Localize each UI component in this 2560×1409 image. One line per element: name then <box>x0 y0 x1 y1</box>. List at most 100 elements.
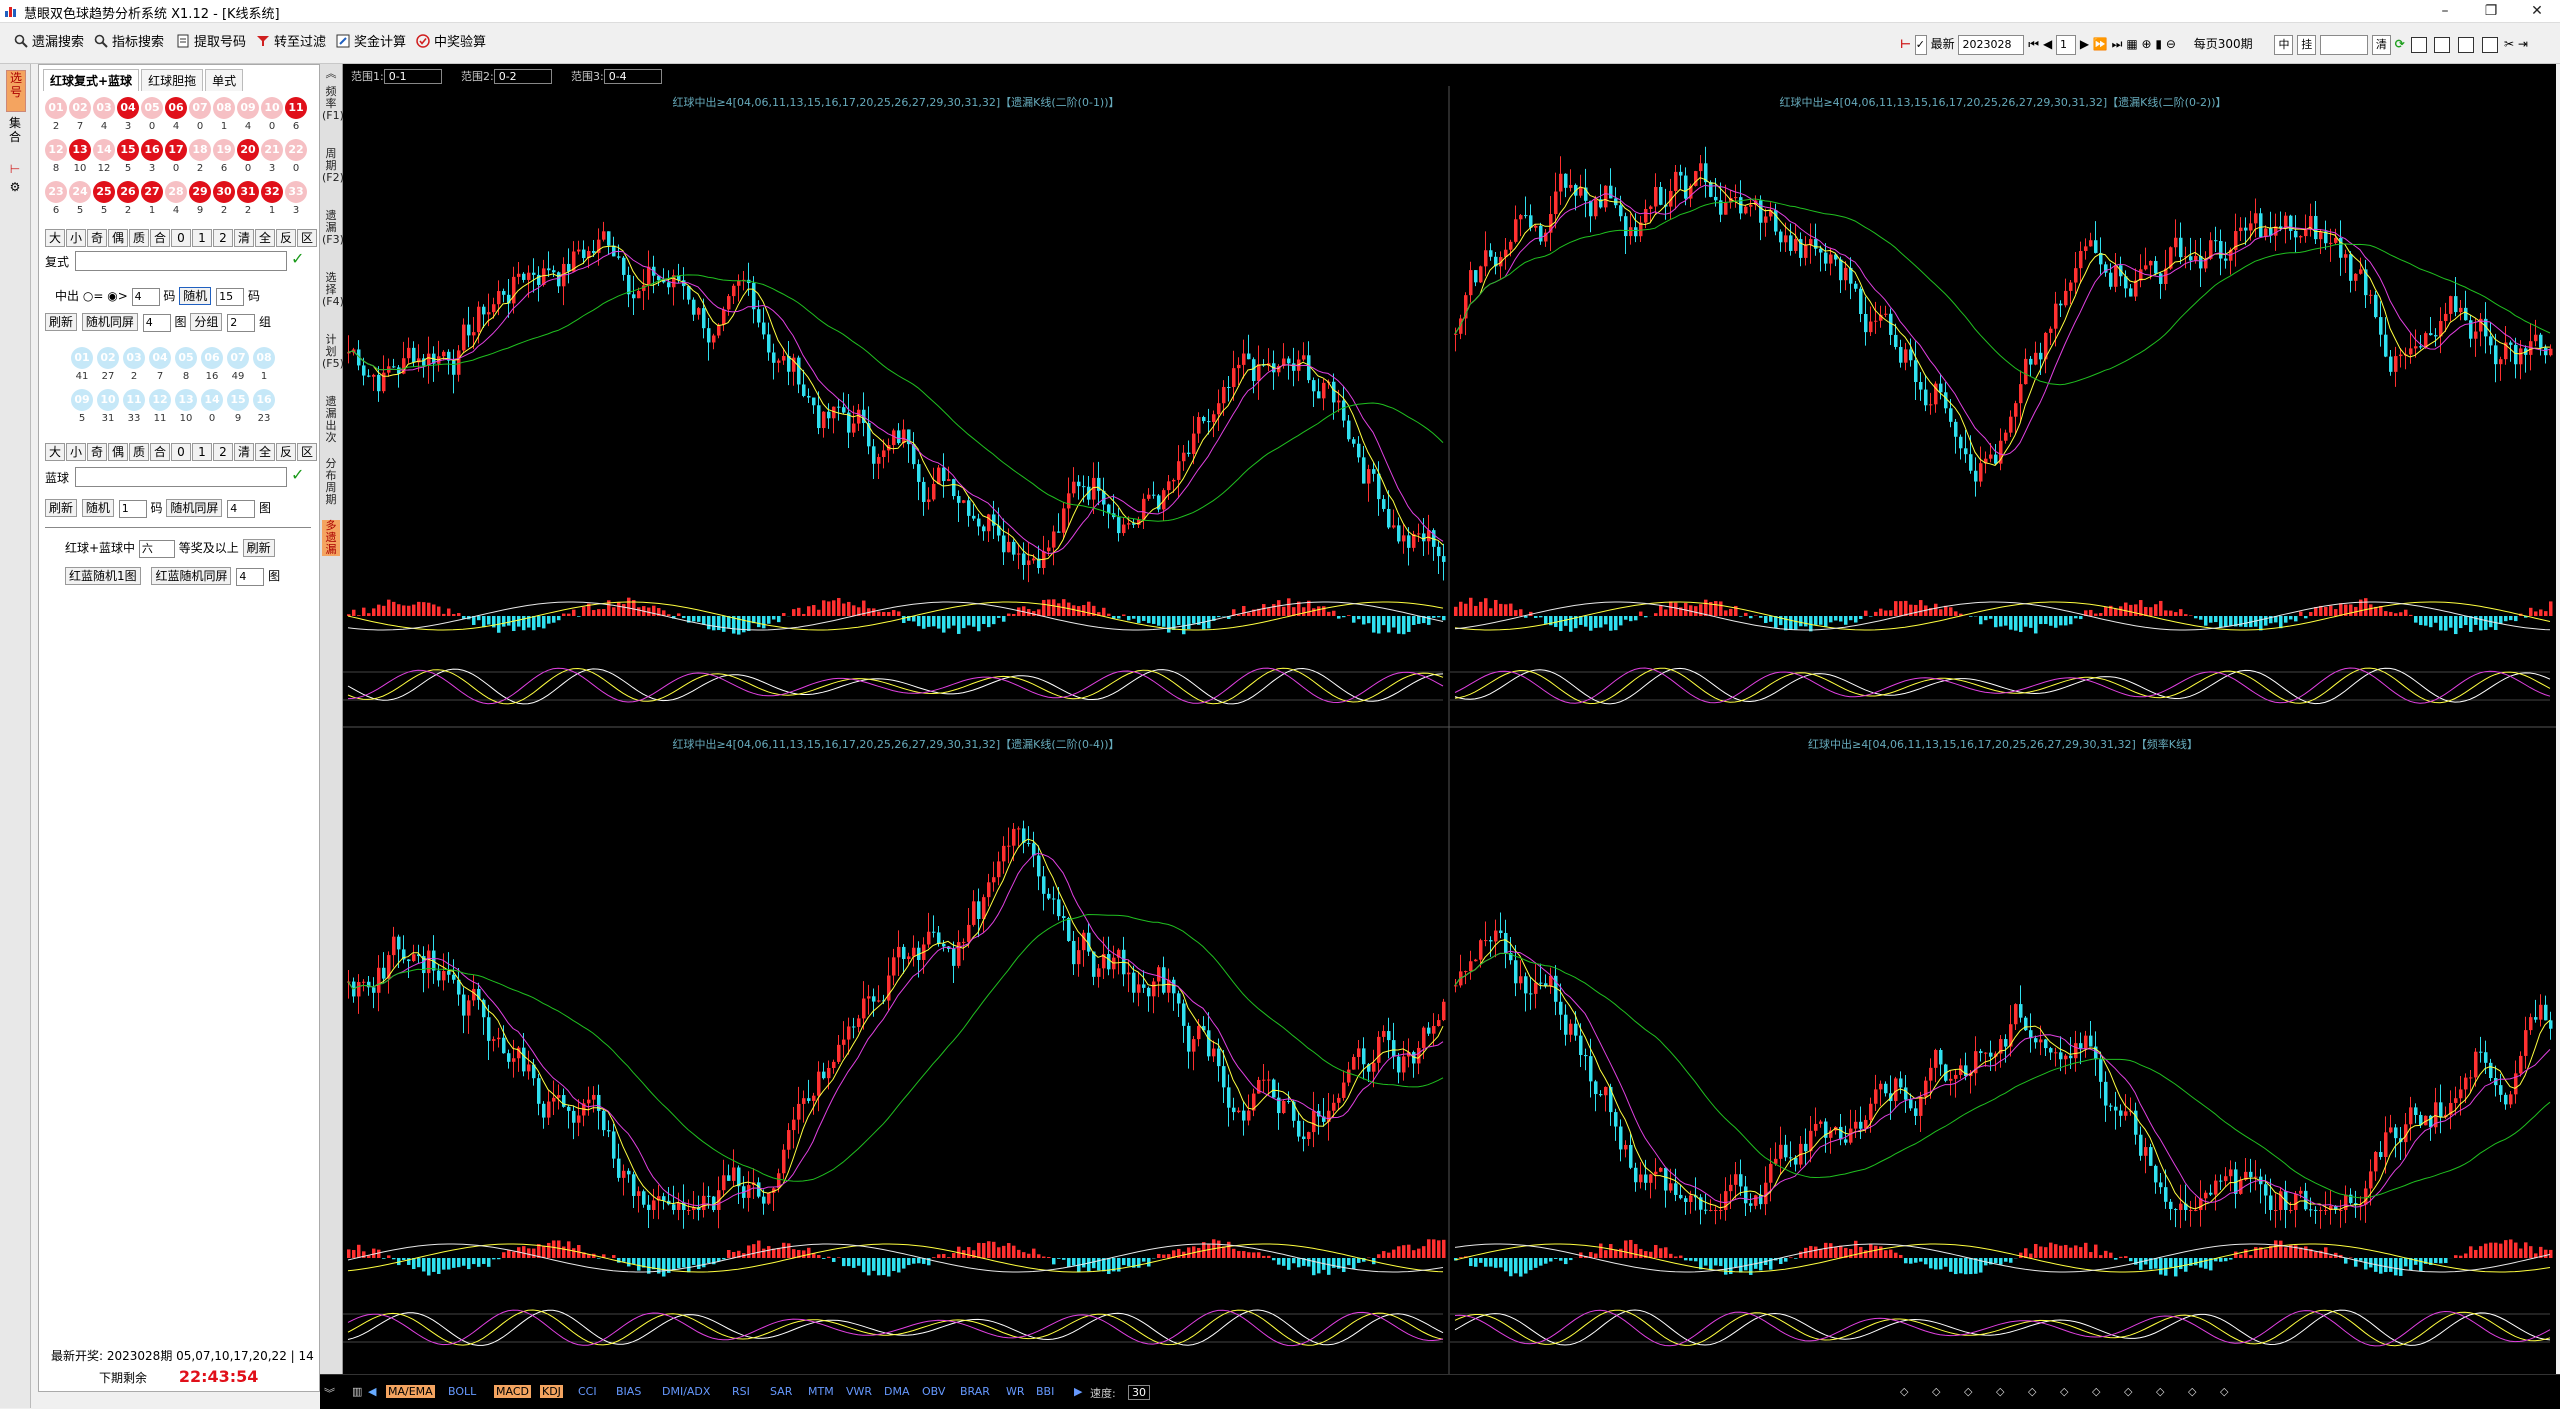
indicator-tab-13[interactable]: OBV <box>922 1385 945 1398</box>
blue-count[interactable]: 1 <box>119 500 147 518</box>
chart-3[interactable] <box>343 821 1446 1346</box>
side-tab-6[interactable]: 遗漏出次 <box>322 396 340 444</box>
next-icon[interactable]: ▶ <box>2080 37 2089 51</box>
random-button[interactable]: 随机 <box>179 287 211 305</box>
blue-screen-count[interactable]: 4 <box>227 500 255 518</box>
indicator-search-button[interactable]: 指标搜索 <box>94 33 164 53</box>
blue-ball-06[interactable]: 06 <box>201 347 223 369</box>
red-filter-button[interactable]: 区 <box>297 229 317 247</box>
speed-input[interactable]: 30 <box>1128 1385 1150 1400</box>
blue-random-button[interactable]: 随机 <box>82 499 114 517</box>
zoom-out-icon[interactable]: ⊖ <box>2166 37 2176 51</box>
indicator-tab-11[interactable]: VWR <box>846 1385 872 1398</box>
list-icon[interactable]: ▥ <box>352 1385 362 1398</box>
bar-chart-icon[interactable]: ▮ <box>2155 37 2162 51</box>
layout-rows-icon[interactable] <box>2482 37 2498 53</box>
kline-charts-canvas[interactable] <box>343 86 2556 1374</box>
prize-calc-button[interactable]: 奖金计算 <box>336 33 406 53</box>
blue-filter-button[interactable]: 0 <box>171 443 191 461</box>
blue-filter-button[interactable]: 区 <box>297 443 317 461</box>
blue-ball-12[interactable]: 12 <box>149 389 171 411</box>
text-icon[interactable]: ◇ <box>2060 1385 2068 1398</box>
red-ball-32[interactable]: 32 <box>261 181 283 203</box>
red-ball-16[interactable]: 16 <box>141 139 163 161</box>
latest-checkbox[interactable]: ✓ <box>1915 35 1927 55</box>
blue-ball-01[interactable]: 01 <box>71 347 93 369</box>
red-ball-19[interactable]: 19 <box>213 139 235 161</box>
red-ball-07[interactable]: 07 <box>189 97 211 119</box>
filter-icon[interactable]: ⊢ <box>6 162 24 176</box>
red-ball-29[interactable]: 29 <box>189 181 211 203</box>
rewind-icon[interactable]: ⏮ <box>2028 37 2039 51</box>
red-filter-button[interactable]: 清 <box>234 229 254 247</box>
chart-1[interactable] <box>343 222 1446 704</box>
channel-icon[interactable]: ◇ <box>2156 1385 2164 1398</box>
blue-ball-04[interactable]: 04 <box>149 347 171 369</box>
line-icon[interactable]: ◇ <box>1964 1385 1972 1398</box>
collapse-icon[interactable]: ︽ <box>322 68 340 80</box>
fast-forward-icon[interactable]: ⏩ <box>2093 37 2108 51</box>
red-ball-11[interactable]: 11 <box>285 97 307 119</box>
indicator-tab-2[interactable]: BOLL <box>448 1385 476 1398</box>
expand-icon[interactable]: ︾ <box>324 1385 335 1401</box>
blue-filter-button[interactable]: 清 <box>234 443 254 461</box>
last-page-icon[interactable]: ⏭ <box>2112 37 2123 51</box>
side-tab-4[interactable]: 选择(F4) <box>322 272 340 308</box>
red-filter-button[interactable]: 合 <box>150 229 170 247</box>
red-filter-button[interactable]: 2 <box>213 229 233 247</box>
blue-filter-button[interactable]: 反 <box>276 443 296 461</box>
blue-filter-button[interactable]: 小 <box>66 443 86 461</box>
indicator-tab-8[interactable]: RSI <box>732 1385 750 1398</box>
red-ball-05[interactable]: 05 <box>141 97 163 119</box>
red-ball-33[interactable]: 33 <box>285 181 307 203</box>
red-ball-06[interactable]: 06 <box>165 97 187 119</box>
red-ball-12[interactable]: 12 <box>45 139 67 161</box>
red-ball-23[interactable]: 23 <box>45 181 67 203</box>
close-button[interactable]: ✕ <box>2514 0 2560 22</box>
red-ball-03[interactable]: 03 <box>93 97 115 119</box>
blue-refresh-button[interactable]: 刷新 <box>45 499 77 517</box>
blue-ball-15[interactable]: 15 <box>227 389 249 411</box>
mid-button[interactable]: 中 <box>2274 35 2293 55</box>
screen-count[interactable]: 4 <box>143 314 171 332</box>
indicator-tab-14[interactable]: BRAR <box>960 1385 990 1398</box>
next-indicator-icon[interactable]: ▶ <box>1074 1385 1082 1398</box>
layout-grid-icon[interactable] <box>2434 37 2450 53</box>
indicator-tab-16[interactable]: BBI <box>1036 1385 1054 1398</box>
side-tab-8[interactable]: 多遗漏 <box>322 520 340 556</box>
red-ball-01[interactable]: 01 <box>45 97 67 119</box>
red-ball-20[interactable]: 20 <box>237 139 259 161</box>
blue-ball-07[interactable]: 07 <box>227 347 249 369</box>
blue-filter-button[interactable]: 合 <box>150 443 170 461</box>
red-filter-button[interactable]: 反 <box>276 229 296 247</box>
search-icon[interactable]: ◇ <box>1900 1385 1908 1398</box>
tab-red-multiple-blue[interactable]: 红球复式+蓝球 <box>43 69 139 91</box>
red-ball-30[interactable]: 30 <box>213 181 235 203</box>
blue-ball-13[interactable]: 13 <box>175 389 197 411</box>
side-tab-7[interactable]: 分布周期 <box>322 458 340 506</box>
hang-button[interactable]: 挂 <box>2297 35 2316 55</box>
red-ball-17[interactable]: 17 <box>165 139 187 161</box>
blue-filter-button[interactable]: 大 <box>45 443 65 461</box>
blue-ball-16[interactable]: 16 <box>253 389 275 411</box>
red-ball-24[interactable]: 24 <box>69 181 91 203</box>
tab-red-banker[interactable]: 红球胆拖 <box>141 69 203 91</box>
layout-columns-icon[interactable] <box>2458 37 2474 53</box>
chart-4[interactable] <box>1450 913 2553 1346</box>
chart-2[interactable] <box>1450 147 2553 704</box>
blue-filter-button[interactable]: 质 <box>129 443 149 461</box>
range-1-select[interactable]: 0-1 <box>384 69 442 84</box>
red-ball-18[interactable]: 18 <box>189 139 211 161</box>
tab-select-numbers[interactable]: 选号 <box>6 70 26 112</box>
blue-ball-10[interactable]: 10 <box>97 389 119 411</box>
red-ball-02[interactable]: 02 <box>69 97 91 119</box>
red-filter-button[interactable]: 偶 <box>108 229 128 247</box>
side-tab-1[interactable]: 频率(F1) <box>322 86 340 122</box>
blue-filter-button[interactable]: 全 <box>255 443 275 461</box>
grid-icon[interactable]: ▦ <box>2126 37 2137 51</box>
red-blue-random-1-button[interactable]: 红蓝随机1图 <box>65 567 141 585</box>
red-filter-button[interactable]: 1 <box>192 229 212 247</box>
blue-filter-button[interactable]: 偶 <box>108 443 128 461</box>
red-ball-26[interactable]: 26 <box>117 181 139 203</box>
blue-confirm-check-icon[interactable]: ✓ <box>291 465 304 484</box>
